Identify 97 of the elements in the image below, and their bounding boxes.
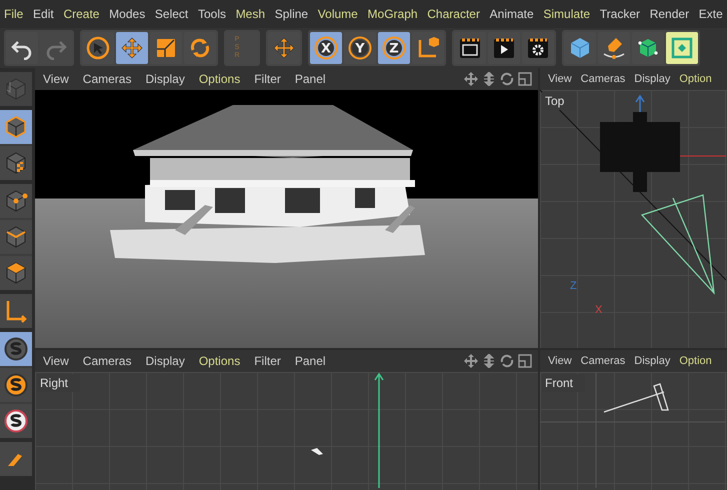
cube-icon (568, 36, 592, 60)
viewport-menu-item[interactable]: Cameras (580, 355, 626, 367)
maximize-icon[interactable] (518, 354, 532, 368)
viewport-menu-item[interactable]: Cameras (82, 354, 132, 368)
snap-icon (4, 337, 28, 361)
gear-clapper-icon (526, 36, 550, 60)
cursor-icon (86, 36, 110, 60)
model-cube-icon (4, 115, 28, 139)
viewport-menu-item[interactable]: View (43, 72, 69, 86)
viewport-menu-item[interactable]: View (548, 73, 572, 85)
move-icon (272, 36, 296, 60)
move-icon (120, 36, 144, 60)
menu-item[interactable]: Volume (318, 7, 358, 21)
cube-button[interactable] (564, 32, 596, 64)
maximize-icon[interactable] (518, 72, 532, 86)
viewport-menu-item[interactable]: Option (679, 355, 712, 367)
snap-icon (4, 373, 28, 397)
viewport-menu-item[interactable]: Filter (254, 354, 281, 368)
texture-mode-button[interactable] (0, 146, 32, 180)
model-mode-button[interactable] (0, 110, 32, 144)
points-mode-button[interactable] (0, 184, 32, 218)
viewport-menu-item[interactable]: Cameras (82, 72, 132, 86)
snap-button[interactable] (0, 404, 32, 438)
checker-cube-icon (4, 151, 28, 175)
menu-item[interactable]: Create (63, 7, 100, 21)
clapper-icon (458, 36, 482, 60)
light-object-icon (311, 448, 323, 456)
subdivision-cube-icon (636, 36, 660, 60)
coordinate-icon (416, 36, 440, 60)
viewport-menu-item[interactable]: Option (679, 73, 712, 85)
pen-icon (602, 36, 626, 60)
coordinate-system-button[interactable] (412, 32, 444, 64)
viewport-menu-item[interactable]: Display (634, 355, 670, 367)
menu-item[interactable]: Exte (698, 7, 723, 21)
pan-icon[interactable] (464, 72, 478, 86)
axis-icon (4, 299, 28, 323)
menu-item[interactable]: Modes (109, 7, 146, 21)
polygons-mode-button[interactable] (0, 256, 32, 290)
deformer-square-icon (670, 36, 694, 60)
viewport[interactable] (35, 90, 538, 348)
edges-cube-icon (4, 225, 28, 249)
zoom-icon[interactable] (482, 354, 496, 368)
axis-mode-button[interactable] (0, 294, 32, 328)
menu-item[interactable]: Spline (274, 7, 308, 21)
polygons-cube-icon (4, 261, 28, 285)
axis-label: X (595, 304, 602, 316)
viewport[interactable]: Right (35, 372, 538, 490)
viewport-menu-item[interactable]: Options (198, 354, 240, 368)
edges-mode-button[interactable] (0, 220, 32, 254)
snap-button[interactable] (0, 332, 32, 366)
move-tool-button[interactable] (268, 32, 300, 64)
scale-icon (154, 36, 178, 60)
menu-item[interactable]: Tools (198, 7, 226, 21)
viewport-menu-item[interactable]: Cameras (580, 73, 626, 85)
snap-button[interactable] (0, 368, 32, 402)
viewport[interactable]: Top Z X (540, 90, 727, 348)
move-tool-button[interactable] (116, 32, 148, 64)
rotate-icon (188, 36, 212, 60)
viewport-menu-item[interactable]: View (548, 355, 572, 367)
render-button[interactable] (488, 32, 520, 64)
viewport-menu-item[interactable]: Panel (294, 354, 326, 368)
editable-cube-icon (4, 77, 28, 101)
menu-item[interactable]: Animate (490, 7, 534, 21)
brush-button[interactable] (0, 442, 32, 476)
viewport-menu-item[interactable]: Display (145, 354, 185, 368)
menu-item[interactable]: Render (650, 7, 690, 21)
rotate-tool-button[interactable] (184, 32, 216, 64)
viewport-menu-item[interactable]: Display (634, 73, 670, 85)
render-settings-button[interactable] (522, 32, 554, 64)
render-view-button[interactable] (454, 32, 486, 64)
pan-icon[interactable] (464, 354, 478, 368)
select-tool-button[interactable] (82, 32, 114, 64)
menu-item[interactable]: Edit (33, 7, 54, 21)
menu-item[interactable]: Select (154, 7, 188, 21)
rotate-view-icon[interactable] (500, 72, 514, 86)
menu-item[interactable]: MoGraph (368, 7, 418, 21)
play-clapper-icon (492, 36, 516, 60)
zoom-icon[interactable] (482, 72, 496, 86)
menu-item[interactable]: Mesh (236, 7, 266, 21)
viewport[interactable]: Front (540, 372, 727, 490)
axis-label: Z (570, 280, 577, 292)
rotate-view-icon[interactable] (500, 354, 514, 368)
menu-item[interactable]: Tracker (600, 7, 640, 21)
viewport-menu-item[interactable]: View (43, 354, 69, 368)
viewport-menu-item[interactable]: Options (198, 72, 240, 86)
menu-item[interactable]: Character (427, 7, 480, 21)
viewport-menu-item[interactable]: Display (145, 72, 185, 86)
viewport-menu-item[interactable]: Panel (294, 72, 326, 86)
snap-icon (4, 409, 28, 433)
menu-item[interactable]: Simulate (543, 7, 590, 21)
viewport-menu-item[interactable]: Filter (254, 72, 281, 86)
pen-button[interactable] (598, 32, 630, 64)
points-cube-icon (4, 189, 28, 213)
menu-item[interactable]: File (4, 7, 24, 21)
undo-button[interactable] (6, 32, 38, 64)
scale-tool-button[interactable] (150, 32, 182, 64)
subdivision-button[interactable] (632, 32, 664, 64)
